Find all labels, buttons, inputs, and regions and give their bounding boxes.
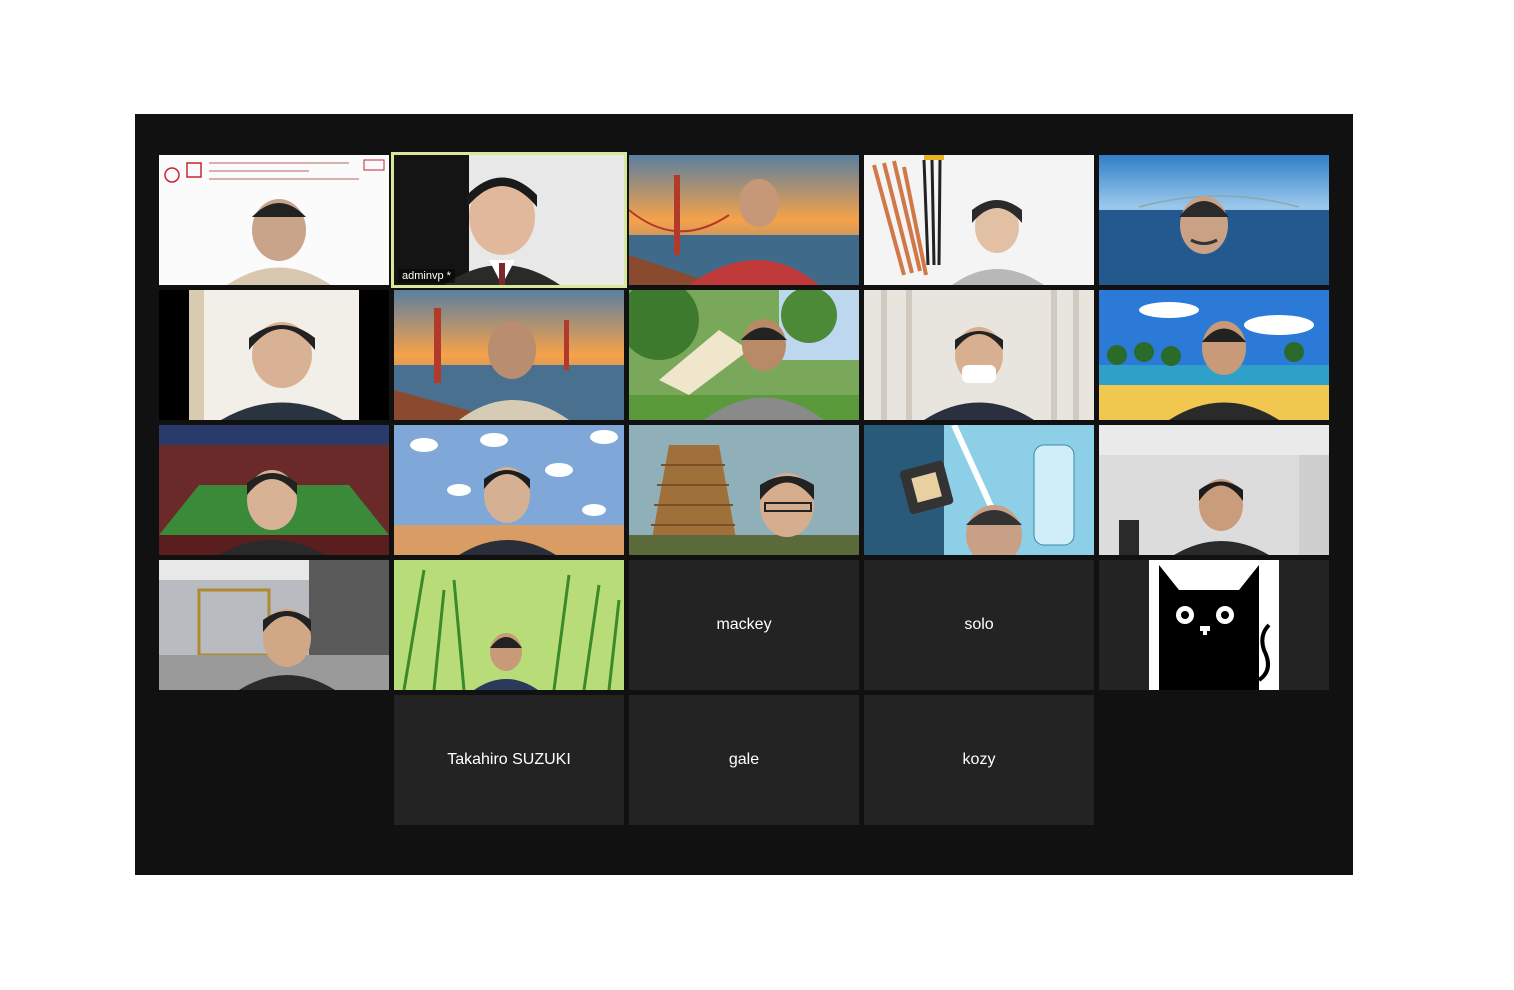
participant-tile-clouds[interactable] bbox=[394, 425, 624, 555]
participant-tile-forest[interactable] bbox=[629, 290, 859, 420]
participant-video bbox=[159, 425, 389, 555]
participant-tile-mackey[interactable]: mackey bbox=[629, 560, 859, 690]
participant-tile-solo[interactable]: solo bbox=[864, 560, 1094, 690]
participant-video bbox=[394, 155, 624, 285]
participant-video bbox=[1099, 290, 1329, 420]
participant-tile-stadium[interactable] bbox=[159, 425, 389, 555]
participant-tile-bridge-1[interactable] bbox=[629, 155, 859, 285]
participant-name: solo bbox=[964, 616, 994, 633]
participant-tile-slide-presenter[interactable] bbox=[159, 155, 389, 285]
participant-tile-sea-bridge[interactable] bbox=[1099, 155, 1329, 285]
participant-name-label: adminvp * bbox=[398, 269, 455, 283]
participant-tile-headphones[interactable] bbox=[159, 290, 389, 420]
meeting-gallery-window: adminvp * mackey solo Takahiro SUZUKI ga… bbox=[135, 114, 1353, 875]
participant-tile-mask[interactable] bbox=[864, 290, 1094, 420]
participant-name: gale bbox=[728, 751, 760, 768]
participant-tile-pencils[interactable] bbox=[864, 155, 1094, 285]
participant-tile-room[interactable] bbox=[1099, 425, 1329, 555]
participant-video bbox=[629, 425, 859, 555]
participant-tile-grass[interactable] bbox=[394, 560, 624, 690]
participant-tile-beach[interactable] bbox=[1099, 290, 1329, 420]
participant-video bbox=[629, 290, 859, 420]
participant-video bbox=[394, 560, 624, 690]
participant-video bbox=[864, 155, 1094, 285]
participant-video bbox=[629, 155, 859, 285]
participant-video bbox=[159, 290, 389, 420]
participant-tile-takahiro-suzuki[interactable]: Takahiro SUZUKI bbox=[394, 695, 624, 825]
participant-video bbox=[394, 425, 624, 555]
participant-tile-office[interactable] bbox=[159, 560, 389, 690]
participant-tile-adminvp[interactable]: adminvp * bbox=[391, 152, 627, 288]
participant-video bbox=[394, 290, 624, 420]
participant-tile-cat-avatar[interactable] bbox=[1099, 560, 1329, 690]
participant-name: mackey bbox=[716, 616, 772, 633]
participant-name: kozy bbox=[962, 751, 996, 768]
participant-tile-babel[interactable] bbox=[629, 425, 859, 555]
cat-avatar-icon bbox=[1099, 560, 1329, 690]
participant-tile-bridge-2[interactable] bbox=[394, 290, 624, 420]
participant-tile-kozy[interactable]: kozy bbox=[864, 695, 1094, 825]
participant-name: Takahiro SUZUKI bbox=[447, 751, 571, 768]
participant-tile-gale[interactable]: gale bbox=[629, 695, 859, 825]
participant-video bbox=[1099, 425, 1329, 555]
participant-video bbox=[1099, 155, 1329, 285]
participant-video bbox=[159, 155, 389, 285]
participant-video bbox=[159, 560, 389, 690]
participant-video bbox=[864, 425, 1094, 555]
participant-video bbox=[864, 290, 1094, 420]
participant-tile-anime[interactable] bbox=[864, 425, 1094, 555]
